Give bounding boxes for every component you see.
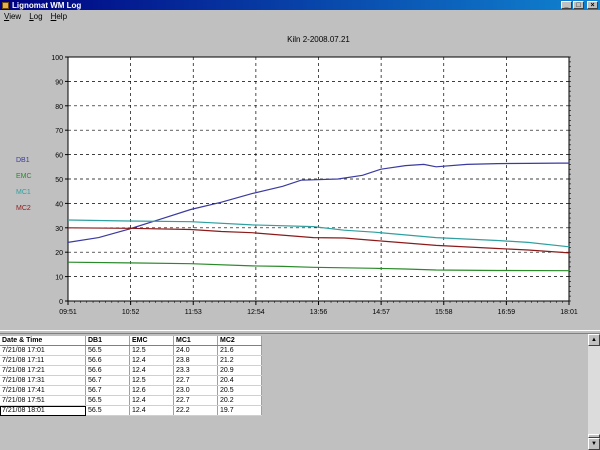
table-cell[interactable]: 12.5 [129, 375, 174, 386]
y-tick-label: 80 [55, 104, 63, 111]
y-tick-label: 90 [55, 79, 63, 86]
x-tick-label: 10:52 [122, 309, 140, 316]
table-cell[interactable]: 12.4 [129, 405, 174, 416]
x-tick-label: 09:51 [59, 309, 77, 316]
table-cell[interactable]: 12.5 [129, 345, 174, 356]
column-header-db1[interactable]: DB1 [85, 336, 130, 346]
table-cell[interactable]: 20.2 [217, 395, 262, 406]
x-tick-label: 16:59 [498, 309, 516, 316]
table-cell[interactable]: 56.5 [85, 345, 130, 356]
table-cell[interactable]: 7/21/08 17:11 [0, 355, 86, 366]
y-tick-label: 30 [55, 226, 63, 233]
table-cell[interactable]: 22.7 [173, 375, 218, 386]
y-tick-label: 40 [55, 201, 63, 208]
table-cell[interactable]: 7/21/08 17:01 [0, 345, 86, 356]
legend-item-mc2: MC2 [16, 205, 31, 212]
vertical-scrollbar[interactable]: ▲ ▼ [588, 334, 600, 450]
scroll-up-button[interactable]: ▲ [588, 334, 600, 346]
table-row[interactable]: 7/21/08 17:41 56.7 12.6 23.0 20.5 [0, 385, 262, 396]
table-cell[interactable]: 23.3 [173, 365, 218, 376]
column-header-date-time[interactable]: Date & Time [0, 336, 86, 346]
y-tick-label: 60 [55, 153, 63, 160]
table-row[interactable]: 7/21/08 17:21 56.6 12.4 23.3 20.9 [0, 365, 262, 376]
column-header-mc2[interactable]: MC2 [217, 336, 262, 346]
maximize-button[interactable]: □ [573, 1, 584, 9]
table-cell[interactable]: 12.4 [129, 355, 174, 366]
table-cell[interactable]: 56.6 [85, 355, 130, 366]
table-cell[interactable]: 56.6 [85, 365, 130, 376]
menu-view[interactable]: View [0, 12, 25, 21]
window-title: Lignomat WM Log [12, 0, 82, 10]
data-grid-area: Date & Time DB1 EMC MC1 MC2 7/21/08 17:0… [0, 334, 588, 450]
y-tick-label: 0 [59, 299, 63, 306]
y-tick-label: 20 [55, 250, 63, 257]
table-cell[interactable]: 21.6 [217, 345, 262, 356]
scroll-down-button[interactable]: ▼ [588, 438, 600, 450]
table-cell[interactable]: 23.8 [173, 355, 218, 366]
window-controls: _ □ × [561, 1, 598, 9]
table-row[interactable]: 7/21/08 17:31 56.7 12.5 22.7 20.4 [0, 375, 262, 386]
table-cell[interactable]: 22.2 [173, 405, 218, 416]
table-cell[interactable]: 19.7 [217, 405, 262, 416]
table-row-selected[interactable]: 7/21/08 18:01 56.5 12.4 22.2 19.7 [0, 405, 262, 416]
table-row[interactable]: 7/21/08 17:51 56.5 12.4 22.7 20.2 [0, 395, 262, 406]
table-row[interactable]: 7/21/08 17:11 56.6 12.4 23.8 21.2 [0, 355, 262, 366]
table-cell[interactable]: 7/21/08 18:01 [0, 405, 86, 416]
table-cell[interactable]: 12.4 [129, 395, 174, 406]
chart: Kiln 2-2008.07.21 0 10 20 30 40 50 60 70 80 90 100 0… [16, 35, 578, 316]
menu-help[interactable]: Help [47, 12, 71, 21]
chart-title: Kiln 2-2008.07.21 [287, 35, 350, 44]
table-header-row: Date & Time DB1 EMC MC1 MC2 [0, 336, 262, 346]
table-cell[interactable]: 12.4 [129, 365, 174, 376]
table-cell[interactable]: 7/21/08 17:41 [0, 385, 86, 396]
x-tick-label: 18:01 [560, 309, 578, 316]
x-tick-label: 11:53 [185, 309, 202, 316]
table-cell[interactable]: 56.5 [85, 405, 130, 416]
table-cell[interactable]: 21.2 [217, 355, 262, 366]
table-cell[interactable]: 20.4 [217, 375, 262, 386]
table-cell[interactable]: 56.7 [85, 375, 130, 386]
y-tick-label: 100 [51, 55, 63, 62]
minimize-button[interactable]: _ [561, 1, 572, 9]
column-header-mc1[interactable]: MC1 [173, 336, 218, 346]
x-tick-label: 13:56 [310, 309, 328, 316]
table-cell[interactable]: 7/21/08 17:21 [0, 365, 86, 376]
app-icon [2, 1, 9, 9]
y-tick-label: 70 [55, 128, 63, 135]
legend-item-emc: EMC [16, 173, 32, 180]
table-cell[interactable]: 56.5 [85, 395, 130, 406]
table-row[interactable]: 7/21/08 17:01 56.5 12.5 24.0 21.6 [0, 345, 262, 356]
table-cell[interactable]: 56.7 [85, 385, 130, 396]
x-tick-label: 15:58 [435, 309, 453, 316]
table-cell[interactable]: 24.0 [173, 345, 218, 356]
table-cell[interactable]: 22.7 [173, 395, 218, 406]
table-cell[interactable]: 12.6 [129, 385, 174, 396]
table-cell[interactable]: 7/21/08 17:31 [0, 375, 86, 386]
table-cell[interactable]: 20.9 [217, 365, 262, 376]
close-button[interactable]: × [587, 1, 598, 9]
title-bar[interactable]: Lignomat WM Log _ □ × [0, 0, 600, 10]
y-tick-label: 50 [55, 177, 63, 184]
x-tick-label: 14:57 [372, 309, 390, 316]
legend-item-mc1: MC1 [16, 189, 31, 196]
column-header-emc[interactable]: EMC [129, 336, 174, 346]
menu-bar: View Log Help [0, 10, 600, 22]
menu-log[interactable]: Log [25, 12, 46, 21]
table-cell[interactable]: 23.0 [173, 385, 218, 396]
legend-item-db1: DB1 [16, 157, 30, 164]
table-cell[interactable]: 20.5 [217, 385, 262, 396]
data-table: Date & Time DB1 EMC MC1 MC2 7/21/08 17:0… [0, 336, 262, 416]
x-tick-label: 12:54 [247, 309, 265, 316]
table-cell[interactable]: 7/21/08 17:51 [0, 395, 86, 406]
y-tick-label: 10 [55, 275, 63, 282]
